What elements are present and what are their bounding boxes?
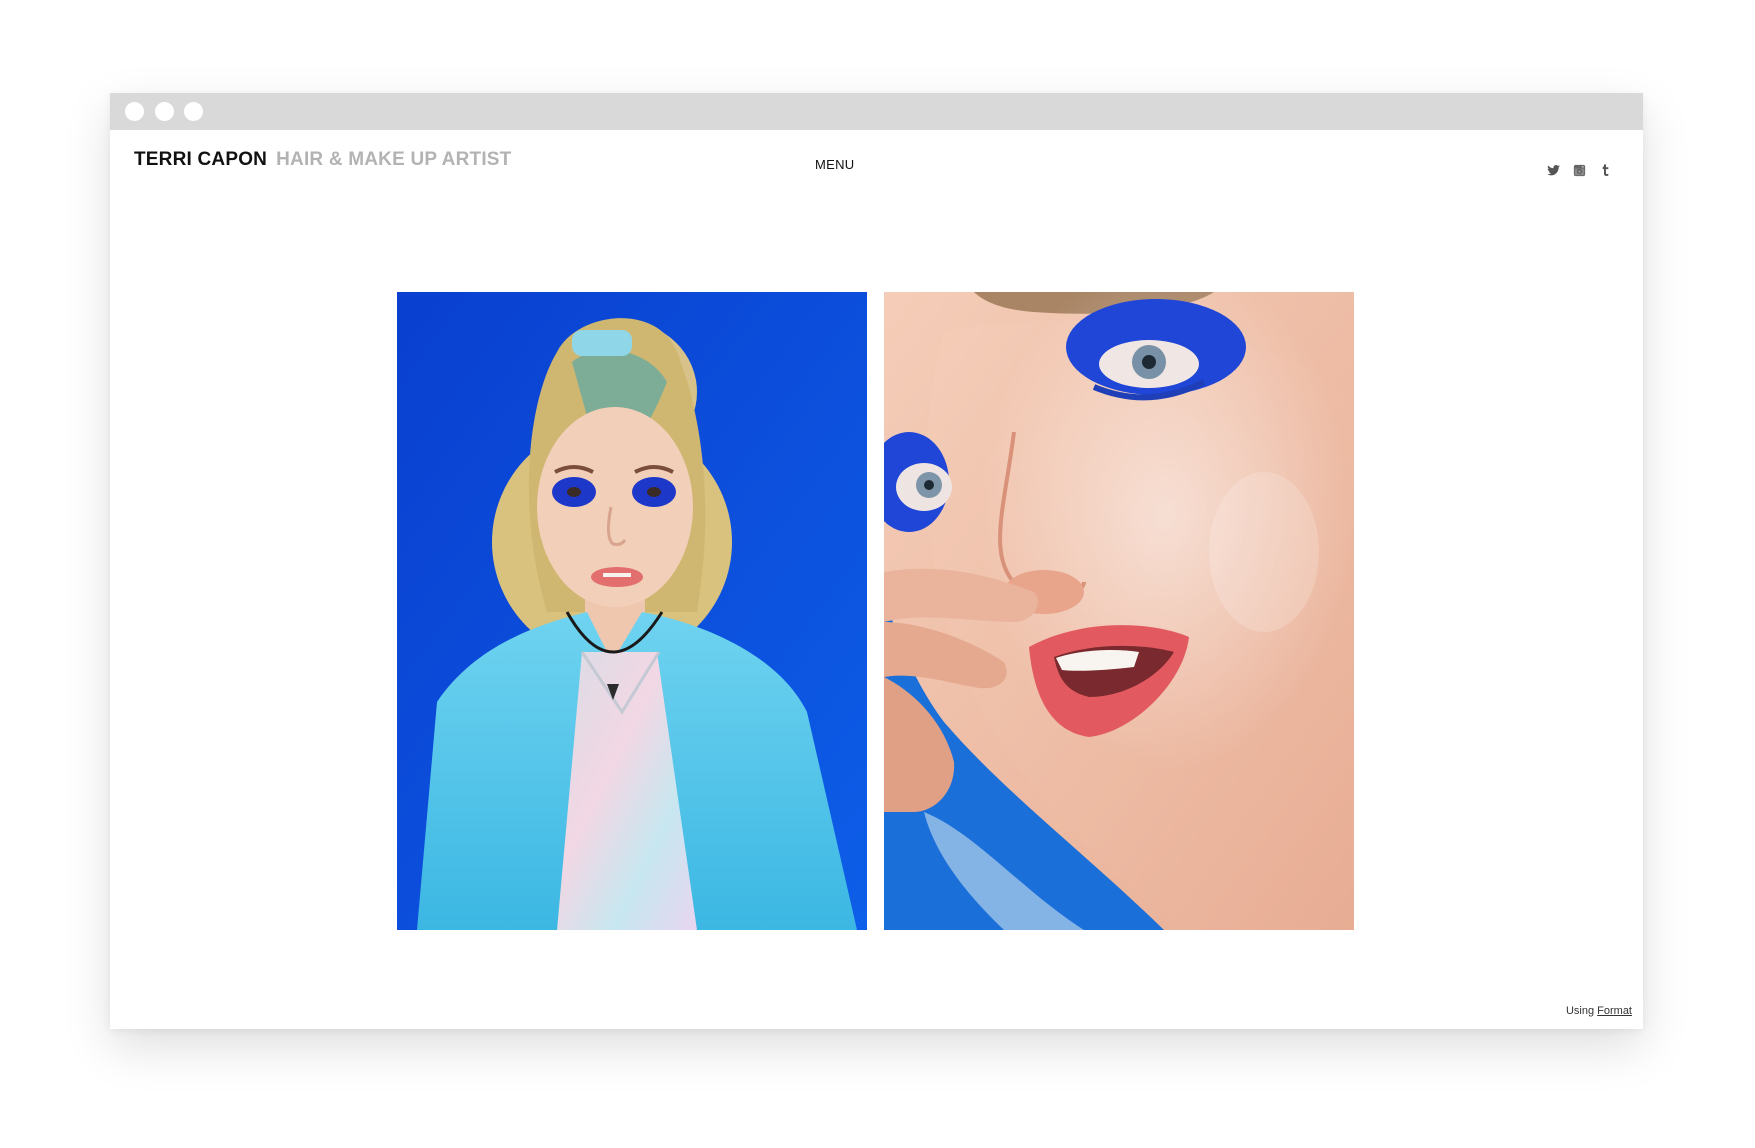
website-page: TERRI CAPON HAIR & MAKE UP ARTIST MENU U… bbox=[110, 130, 1643, 1029]
site-brand[interactable]: TERRI CAPON HAIR & MAKE UP ARTIST bbox=[134, 149, 511, 171]
twitter-link[interactable] bbox=[1546, 163, 1561, 178]
browser-window: TERRI CAPON HAIR & MAKE UP ARTIST MENU U… bbox=[110, 93, 1643, 1029]
twitter-icon bbox=[1546, 165, 1561, 176]
format-link[interactable]: Format bbox=[1597, 1005, 1632, 1017]
footer-credit: Using Format bbox=[1566, 1005, 1632, 1017]
menu-link[interactable]: MENU bbox=[815, 157, 854, 172]
instagram-link[interactable] bbox=[1572, 163, 1587, 178]
window-titlebar bbox=[110, 93, 1643, 130]
footer-prefix: Using bbox=[1565, 1005, 1595, 1017]
tumblr-link[interactable] bbox=[1598, 163, 1613, 178]
window-minimize-dot[interactable] bbox=[155, 102, 174, 121]
gallery-image-closeup[interactable] bbox=[884, 292, 1354, 930]
closeup-photo bbox=[884, 292, 1354, 930]
tumblr-icon bbox=[1602, 164, 1609, 177]
instagram-icon bbox=[1573, 164, 1586, 177]
window-close-dot[interactable] bbox=[125, 102, 144, 121]
social-links bbox=[1546, 163, 1613, 178]
brand-name[interactable]: TERRI CAPON bbox=[134, 149, 267, 170]
image-gallery bbox=[397, 292, 1355, 930]
window-maximize-dot[interactable] bbox=[184, 102, 203, 121]
portrait-photo bbox=[397, 292, 867, 930]
gallery-image-portrait[interactable] bbox=[397, 292, 867, 930]
brand-tagline: HAIR & MAKE UP ARTIST bbox=[276, 149, 512, 170]
